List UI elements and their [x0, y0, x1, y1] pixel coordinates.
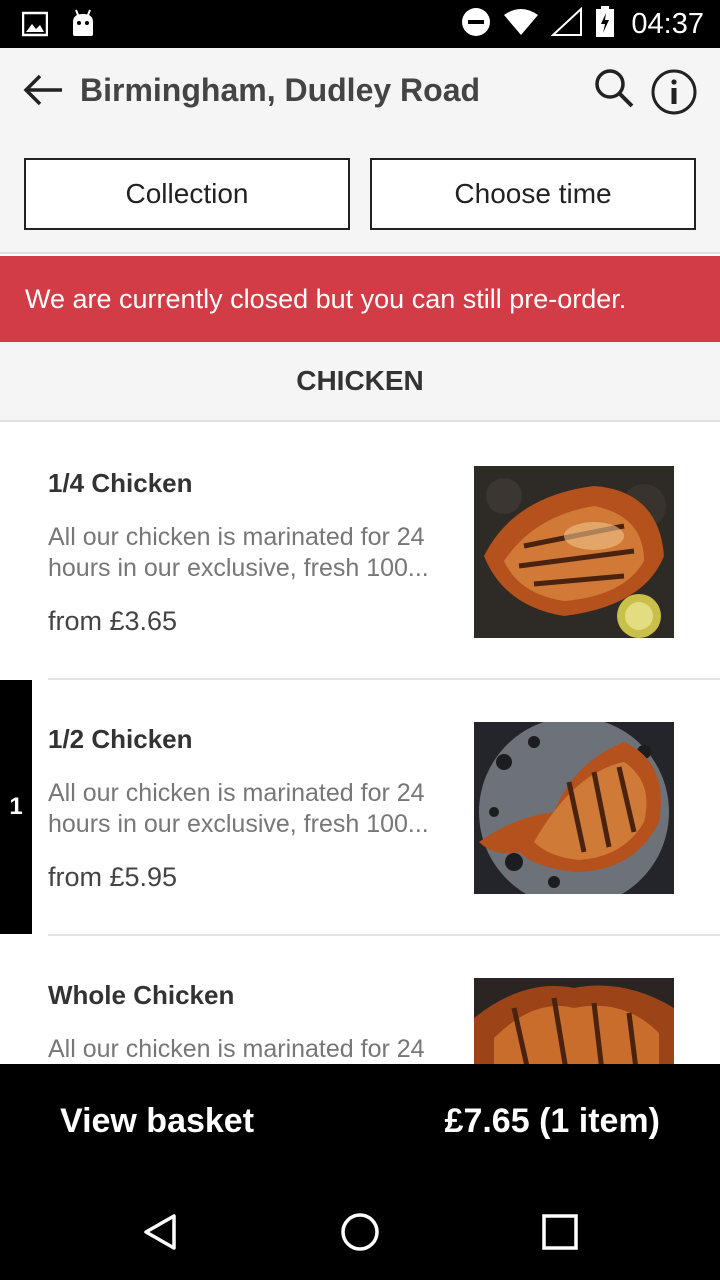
- battery-icon: [595, 6, 615, 43]
- info-icon[interactable]: [650, 68, 698, 116]
- menu-item[interactable]: Whole Chicken All our chicken is marinat…: [0, 936, 720, 1064]
- menu-item-name: 1/2 Chicken: [48, 724, 193, 754]
- quantity-badge: 1: [0, 680, 32, 934]
- menu-item[interactable]: 1 1/2 Chicken All our chicken is marinat…: [0, 680, 720, 936]
- system-nav-bar: [0, 1180, 720, 1280]
- menu-list: 1/4 Chicken All our chicken is marinated…: [0, 424, 720, 1064]
- status-time: 04:37: [631, 8, 704, 40]
- menu-item-name: 1/4 Chicken: [48, 468, 193, 498]
- image-icon: [21, 8, 49, 43]
- choose-time-button[interactable]: Choose time: [370, 158, 696, 230]
- menu-item-image: [474, 978, 674, 1064]
- app-bar: Birmingham, Dudley Road: [0, 48, 720, 134]
- nav-back-icon[interactable]: [138, 1210, 182, 1254]
- nav-recents-icon[interactable]: [538, 1210, 582, 1254]
- order-mode-bar: Collection Choose time: [0, 134, 720, 254]
- view-basket-bar[interactable]: View basket £7.65 (1 item): [0, 1064, 720, 1180]
- menu-item-name: Whole Chicken: [48, 980, 235, 1010]
- closed-notice-text: We are currently closed but you can stil…: [25, 283, 627, 314]
- android-icon: [70, 8, 96, 43]
- dnd-icon: [461, 7, 491, 42]
- nav-home-icon[interactable]: [338, 1210, 382, 1254]
- menu-item-description: All our chicken is marinated for 24: [48, 1035, 425, 1063]
- arrow-left-icon[interactable]: [20, 68, 68, 112]
- closed-notice-banner: We are currently closed but you can stil…: [0, 256, 720, 342]
- search-icon[interactable]: [592, 66, 636, 110]
- menu-item-description: All our chicken is marinated for 24 hour…: [48, 523, 429, 582]
- menu-item-price: from £3.65: [48, 606, 178, 636]
- menu-item-image: [474, 466, 674, 638]
- page-title: Birmingham, Dudley Road: [80, 72, 481, 108]
- signal-icon: [550, 6, 583, 42]
- collection-button[interactable]: Collection: [24, 158, 350, 230]
- wifi-icon: [503, 7, 539, 42]
- view-basket-label: View basket: [60, 1102, 255, 1140]
- status-bar: 04:37: [0, 0, 720, 48]
- category-header: CHICKEN: [0, 342, 720, 422]
- basket-total: £7.65 (1 item): [444, 1102, 660, 1140]
- menu-item-description: All our chicken is marinated for 24 hour…: [48, 779, 429, 838]
- menu-item-price: from £5.95: [48, 862, 178, 892]
- menu-item-image: [474, 722, 674, 894]
- menu-item[interactable]: 1/4 Chicken All our chicken is marinated…: [0, 424, 720, 680]
